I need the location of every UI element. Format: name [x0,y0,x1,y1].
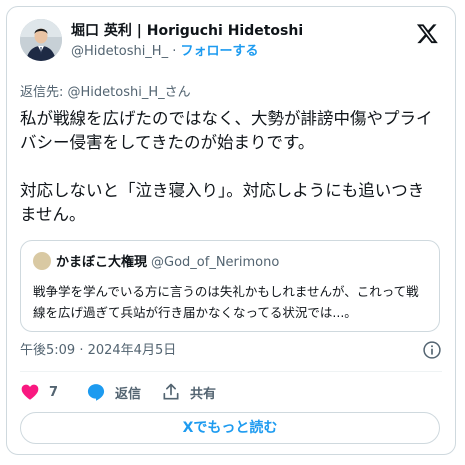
like-count: 7 [49,384,59,400]
tweet-paragraph-2: 対応しないと「泣き寝入り」。対応しようにも追いつきません。 [20,181,425,224]
quoted-tweet[interactable]: かまぼこ大権現 @God_of_Nerimono 戦争学を学んでいる方に言うのは失… [20,240,440,332]
tweet-card: 堀口 英利 | Horiguchi Hidetoshi @Hidetoshi_H… [6,6,456,455]
x-logo-icon[interactable] [416,23,438,45]
quoted-author-name: かまぼこ大権現 [56,255,148,270]
heart-icon [21,384,39,400]
share-label: 共有 [190,386,217,402]
info-icon[interactable] [422,340,442,360]
handle-separator: · [172,44,177,59]
reply-button[interactable]: 返信 [86,381,141,403]
author-handle-line: @Hidetoshi_H_ · フォローする [71,43,303,61]
tweet-header: 堀口 英利 | Horiguchi Hidetoshi @Hidetoshi_H… [20,17,442,67]
author-info: 堀口 英利 | Horiguchi Hidetoshi @Hidetoshi_H… [71,22,303,61]
tweet-paragraph-1: 私が戦線を広げたのではなく、大勢が誹謗中傷やプライバシー侵害をしてきたのが始まり… [20,109,433,152]
reply-to-label: 返信先: @Hidetoshi_H_さん [20,85,191,100]
author-handle[interactable]: @Hidetoshi_H_ [71,44,168,59]
share-button[interactable]: 共有 [161,381,216,403]
share-icon [163,383,179,400]
tweet-text: 私が戦線を広げたのではなく、大勢が誹謗中傷やプライバシー侵害をしてきたのが始まり… [20,107,440,227]
divider [20,371,442,372]
author-name[interactable]: 堀口 英利 | Horiguchi Hidetoshi [71,22,303,40]
quoted-avatar [33,252,51,270]
like-button[interactable]: 7 [20,381,58,403]
quoted-author-handle: @God_of_Nerimono [151,255,280,270]
reply-label: 返信 [115,386,142,402]
timestamp[interactable]: 午後5:09 · 2024年4月5日 [20,343,176,359]
reply-bubble-icon [87,384,105,401]
quoted-tweet-header: かまぼこ大権現 @God_of_Nerimono [33,252,279,272]
avatar[interactable] [20,19,62,61]
follow-button[interactable]: フォローする [181,44,259,59]
read-more-button[interactable]: Xでもっと読む [20,412,440,444]
quoted-tweet-text: 戦争学を学んでいる方に言うのは失礼かもしれませんが、これって戦線を広げ過ぎて兵站… [33,284,419,320]
